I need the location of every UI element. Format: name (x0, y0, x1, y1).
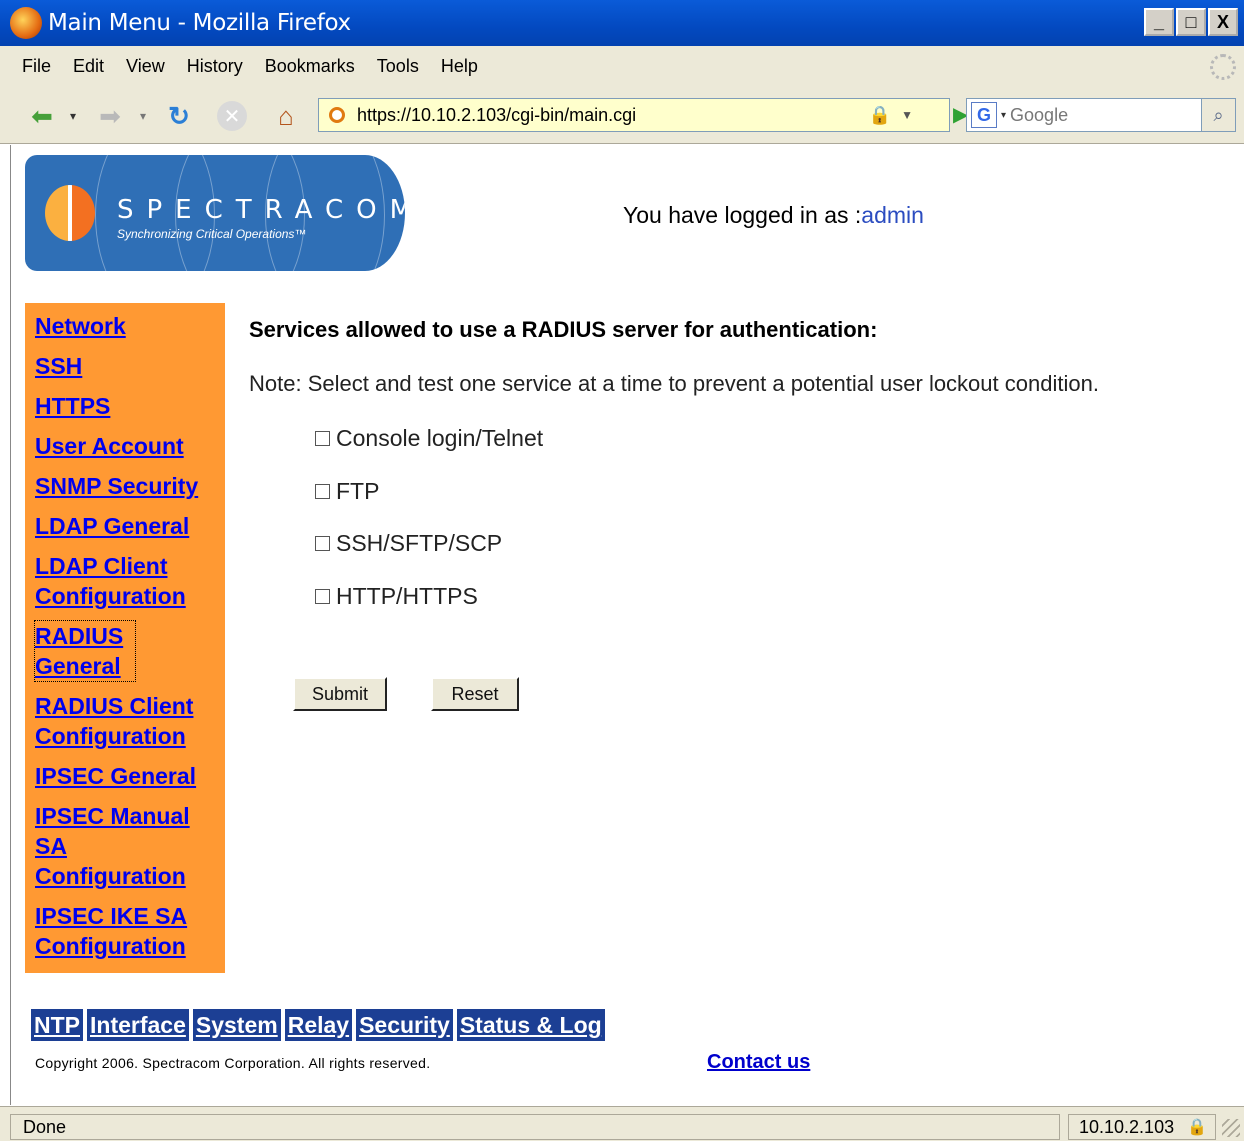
status-host[interactable]: 10.10.2.103 🔒 (1068, 1114, 1216, 1140)
option-label: Console login/Telnet (336, 425, 544, 451)
logo-brand: SPECTRACOM (117, 195, 405, 225)
home-icon[interactable]: ⌂ (266, 99, 306, 133)
menu-file[interactable]: File (22, 56, 51, 77)
console-telnet-checkbox[interactable] (315, 431, 330, 446)
ftp-checkbox[interactable] (315, 484, 330, 499)
menu-view[interactable]: View (126, 56, 165, 77)
sidebar: Network SSH HTTPS User Account SNMP Secu… (25, 303, 225, 973)
reset-button[interactable]: Reset (431, 677, 519, 711)
copyright-text: Copyright 2006. Spectracom Corporation. … (35, 1055, 431, 1071)
nav-relay[interactable]: Relay (284, 1009, 353, 1041)
login-username: admin (861, 202, 924, 228)
search-box[interactable]: G ▾ Google ⌕ (966, 98, 1236, 132)
site-favicon-icon (329, 107, 345, 123)
submit-button[interactable]: Submit (293, 677, 387, 711)
option-label: SSH/SFTP/SCP (336, 530, 503, 556)
nav-status-log[interactable]: Status & Log (456, 1009, 605, 1041)
login-prefix: You have logged in as : (623, 202, 862, 228)
contact-us-link[interactable]: Contact us (707, 1051, 810, 1074)
sidebar-item-ldap-client-configuration[interactable]: LDAP Client Configuration (35, 551, 205, 611)
reload-icon[interactable]: ↻ (160, 99, 198, 133)
nav-interface[interactable]: Interface (87, 1009, 189, 1041)
sidebar-item-ssh[interactable]: SSH (35, 351, 225, 381)
sidebar-item-radius-general[interactable]: RADIUS General (34, 620, 136, 682)
option-ssh-sftp-scp[interactable]: SSH/SFTP/SCP (315, 530, 502, 557)
form-note: Note: Select and test one service at a t… (249, 371, 1099, 396)
window-controls: _ □ X (1144, 8, 1238, 36)
bottom-navigation: NTP Interface System Relay Security Stat… (31, 1009, 605, 1041)
sidebar-item-https[interactable]: HTTPS (35, 391, 225, 421)
option-label: FTP (336, 478, 380, 504)
sidebar-item-ipsec-ike-sa-configuration[interactable]: IPSEC IKE SA Configuration (35, 901, 205, 961)
stop-icon[interactable]: ✕ (214, 99, 250, 133)
menu-bookmarks[interactable]: Bookmarks (265, 56, 355, 77)
nav-system[interactable]: System (192, 1009, 281, 1041)
nav-security[interactable]: Security (356, 1009, 453, 1041)
forward-history-dropdown-icon[interactable]: ▾ (134, 99, 152, 133)
status-bar: Done 10.10.2.103 🔒 (0, 1106, 1244, 1141)
resize-grip-icon[interactable] (1222, 1119, 1240, 1137)
back-icon[interactable]: ⬅ (22, 99, 62, 133)
status-text: Done (10, 1114, 1060, 1140)
address-bar[interactable]: https://10.10.2.103/cgi-bin/main.cgi 🔒 ▼… (318, 98, 968, 132)
menu-history[interactable]: History (187, 56, 243, 77)
sidebar-item-radius-client-configuration[interactable]: RADIUS Client Configuration (35, 691, 205, 751)
http-https-checkbox[interactable] (315, 589, 330, 604)
logo-mark-icon (45, 185, 95, 241)
maximize-button[interactable]: □ (1176, 8, 1206, 36)
ssh-sftp-scp-checkbox[interactable] (315, 536, 330, 551)
menu-help[interactable]: Help (441, 56, 478, 77)
menu-edit[interactable]: Edit (73, 56, 104, 77)
padlock-icon[interactable]: 🔒 (869, 105, 891, 126)
option-label: HTTP/HTTPS (336, 583, 478, 609)
back-history-dropdown-icon[interactable]: ▾ (64, 99, 82, 133)
sidebar-item-ipsec-manual-sa-configuration[interactable]: IPSEC Manual SA Configuration (35, 801, 205, 891)
search-placeholder: Google (1010, 104, 1069, 125)
forward-icon[interactable]: ➡ (90, 99, 130, 133)
spectracom-logo: SPECTRACOM Synchronizing Critical Operat… (25, 155, 405, 271)
throbber-icon (1210, 54, 1236, 80)
nav-ntp[interactable]: NTP (31, 1009, 83, 1041)
sidebar-item-ldap-general[interactable]: LDAP General (35, 511, 225, 541)
sidebar-item-snmp-security[interactable]: SNMP Security (35, 471, 225, 501)
firefox-icon (10, 7, 42, 39)
search-icon[interactable]: ⌕ (1201, 99, 1235, 131)
engine-dropdown-icon[interactable]: ▾ (1001, 110, 1006, 121)
window-title: Main Menu - Mozilla Firefox (48, 10, 351, 36)
sidebar-item-network[interactable]: Network (35, 311, 225, 341)
sidebar-item-ipsec-general[interactable]: IPSEC General (35, 761, 225, 791)
option-console-telnet[interactable]: Console login/Telnet (315, 425, 543, 452)
status-host-label: 10.10.2.103 (1079, 1117, 1175, 1137)
close-button[interactable]: X (1208, 8, 1238, 36)
logo-tagline: Synchronizing Critical Operations™ (117, 227, 307, 241)
url-dropdown-icon[interactable]: ▼ (901, 108, 913, 122)
google-engine-icon[interactable]: G (971, 102, 997, 128)
minimize-button[interactable]: _ (1144, 8, 1174, 36)
sidebar-item-user-account[interactable]: User Account (35, 431, 225, 461)
menu-bar: File Edit View History Bookmarks Tools H… (0, 46, 1244, 86)
page-content: SPECTRACOM Synchronizing Critical Operat… (10, 145, 1244, 1105)
menu-tools[interactable]: Tools (377, 56, 419, 77)
form-title: Services allowed to use a RADIUS server … (249, 317, 878, 342)
url-text[interactable]: https://10.10.2.103/cgi-bin/main.cgi (357, 105, 636, 126)
padlock-icon[interactable]: 🔒 (1187, 1116, 1207, 1140)
window-title-bar[interactable]: Main Menu - Mozilla Firefox _ □ X (0, 0, 1244, 46)
option-http-https[interactable]: HTTP/HTTPS (315, 583, 478, 610)
login-status: You have logged in as :admin (623, 202, 924, 229)
option-ftp[interactable]: FTP (315, 478, 379, 505)
